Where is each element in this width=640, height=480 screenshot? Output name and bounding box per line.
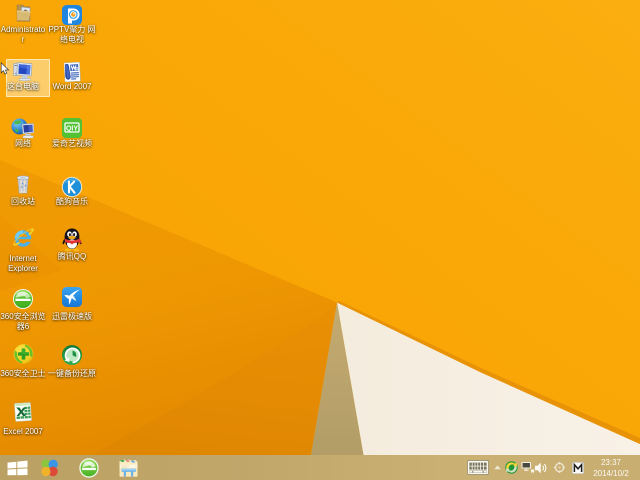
svg-text:QIY: QIY	[66, 126, 78, 133]
